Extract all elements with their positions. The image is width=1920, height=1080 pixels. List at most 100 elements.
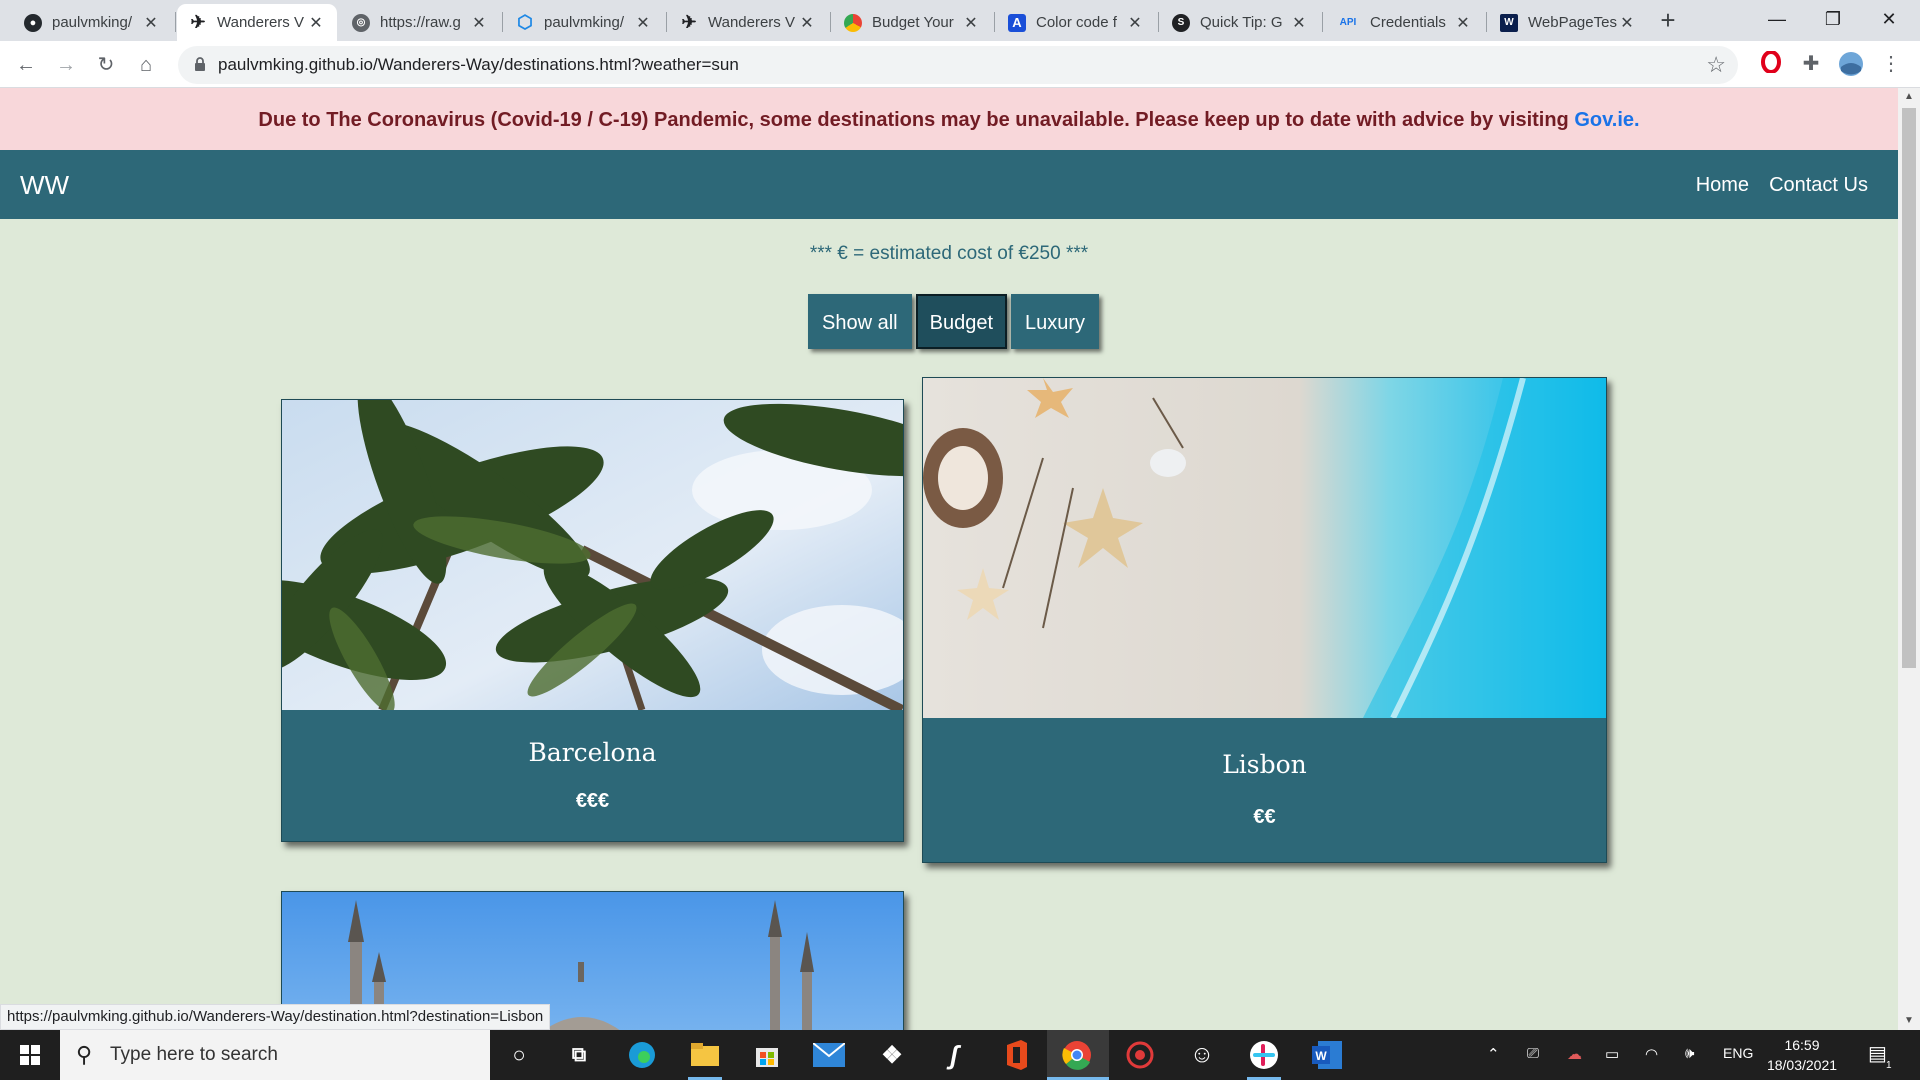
browser-tab[interactable]: Budget Your ✕ — [832, 4, 992, 41]
forward-icon[interactable]: → — [50, 49, 82, 81]
card-price: €€ — [1253, 806, 1276, 828]
browser-menu-icon[interactable]: ⋮ — [1878, 51, 1904, 77]
language-indicator[interactable]: ENG — [1723, 1045, 1753, 1061]
close-tab-icon[interactable]: ✕ — [798, 13, 816, 33]
tab-label: Wanderers V — [708, 14, 795, 31]
clock-date: 18/03/2021 — [1766, 1057, 1838, 1073]
destination-card-barcelona[interactable]: Barcelona €€€ — [281, 399, 904, 842]
card-image-palm-trees — [282, 400, 903, 710]
taskbar-search-box[interactable]: ⚲ Type here to search — [60, 1030, 490, 1080]
close-window-icon[interactable]: ✕ — [1866, 0, 1912, 40]
scrollbar-thumb[interactable] — [1902, 108, 1916, 668]
gov-ie-link[interactable]: Gov.ie. — [1574, 109, 1639, 131]
browser-tab[interactable]: S Quick Tip: G ✕ — [1160, 4, 1320, 41]
close-tab-icon[interactable]: ✕ — [634, 13, 652, 33]
onedrive-icon[interactable]: ☁ — [1567, 1045, 1582, 1063]
mail-icon[interactable] — [812, 1038, 846, 1072]
taskbar-clock[interactable]: 16:59 18/03/2021 — [1762, 1035, 1842, 1075]
globe-icon: ◎ — [352, 13, 370, 32]
scroll-up-icon[interactable]: ▲ — [1898, 88, 1920, 106]
nav-link-contact[interactable]: Contact Us — [1769, 174, 1868, 197]
browser-tab[interactable]: W WebPageTes ✕ — [1488, 4, 1648, 41]
store-icon[interactable] — [750, 1038, 784, 1072]
close-tab-icon[interactable]: ✕ — [962, 13, 980, 33]
close-tab-icon[interactable]: ✕ — [1126, 13, 1144, 33]
chrome-icon[interactable] — [1060, 1038, 1094, 1072]
address-bar[interactable]: paulvmking.github.io/Wanderers-Way/desti… — [178, 46, 1738, 84]
new-tab-button[interactable]: + — [1652, 6, 1684, 36]
card-image-beach-starfish — [923, 378, 1606, 718]
tab-separator — [1158, 12, 1159, 32]
filter-budget-button[interactable]: Budget — [915, 294, 1007, 349]
edge-icon[interactable] — [625, 1038, 659, 1072]
card-title: Barcelona — [528, 738, 657, 767]
clock-time: 16:59 — [1784, 1037, 1820, 1053]
restore-icon[interactable]: ❐ — [1810, 0, 1856, 40]
close-tab-icon[interactable]: ✕ — [307, 13, 325, 33]
sublime-like-icon[interactable]: ʃ — [937, 1038, 971, 1072]
tab-label: https://raw.g — [380, 14, 461, 31]
destination-card-lisbon[interactable]: Lisbon €€ — [922, 377, 1607, 863]
cortana-icon[interactable]: ○ — [502, 1038, 536, 1072]
close-tab-icon[interactable]: ✕ — [1290, 13, 1308, 33]
battery-icon[interactable]: ▭ — [1605, 1045, 1619, 1063]
reload-icon[interactable]: ↻ — [90, 49, 122, 81]
wifi-icon[interactable]: ◠ — [1645, 1045, 1658, 1063]
nav-link-home[interactable]: Home — [1696, 174, 1749, 197]
tray-chevron-icon[interactable]: ⌃ — [1487, 1045, 1500, 1063]
profile-avatar[interactable] — [1838, 51, 1864, 77]
notification-count: 1 — [1886, 1060, 1892, 1071]
browser-tab-active[interactable]: ✈ Wanderers V ✕ — [177, 4, 337, 41]
filter-show-all-button[interactable]: Show all — [808, 294, 912, 349]
tab-label: Quick Tip: G — [1200, 14, 1283, 31]
close-tab-icon[interactable]: ✕ — [1618, 13, 1636, 33]
filter-luxury-button[interactable]: Luxury — [1011, 294, 1100, 349]
notifications-icon[interactable]: ▤ — [1868, 1041, 1887, 1066]
meet-now-icon[interactable]: ⎚ — [1527, 1045, 1539, 1062]
browser-tab[interactable]: ⬡ paulvmking/ ✕ — [504, 4, 664, 41]
tab-separator — [1322, 12, 1323, 32]
brand-logo[interactable]: WW — [20, 170, 69, 201]
card-price: €€€ — [575, 790, 610, 812]
quicktip-icon: S — [1172, 13, 1190, 32]
tab-label: Color code f — [1036, 14, 1117, 31]
word-icon[interactable]: W — [1310, 1038, 1344, 1072]
close-tab-icon[interactable]: ✕ — [1454, 13, 1472, 33]
office-icon[interactable] — [1000, 1038, 1034, 1072]
browser-toolbar: ← → ↻ ⌂ paulvmking.github.io/Wanderers-W… — [0, 41, 1920, 88]
volume-icon[interactable]: 🕪 — [1685, 1045, 1694, 1062]
bookmark-star-icon[interactable]: ☆ — [1706, 52, 1726, 78]
back-icon[interactable]: ← — [10, 49, 42, 81]
tab-separator — [1486, 12, 1487, 32]
extensions-puzzle-icon[interactable]: ✚ — [1798, 51, 1824, 77]
windows-start-icon[interactable] — [0, 1030, 60, 1080]
screen-recorder-icon[interactable] — [1123, 1038, 1157, 1072]
browser-tab[interactable]: A Color code f ✕ — [996, 4, 1156, 41]
close-tab-icon[interactable]: ✕ — [142, 13, 160, 33]
browser-tab[interactable]: ● paulvmking/ ✕ — [12, 4, 172, 41]
github-icon: ● — [24, 13, 42, 32]
browser-tab[interactable]: API Credentials ✕ — [1324, 4, 1484, 41]
dropbox-icon[interactable]: ❖ — [875, 1038, 909, 1072]
tab-label: WebPageTes — [1528, 14, 1617, 31]
tab-label: paulvmking/ — [52, 14, 133, 31]
tab-label: Wanderers V — [217, 14, 304, 31]
emoji-app-icon[interactable]: ☺ — [1185, 1038, 1219, 1072]
close-tab-icon[interactable]: ✕ — [470, 13, 488, 33]
webpagetest-icon: W — [1500, 13, 1518, 32]
tab-label: Budget Your — [872, 14, 954, 31]
opera-extension-icon[interactable] — [1758, 50, 1784, 77]
file-explorer-icon[interactable] — [688, 1038, 722, 1072]
svg-text:W: W — [1315, 1049, 1327, 1063]
browser-tab[interactable]: ◎ https://raw.g ✕ — [340, 4, 500, 41]
minimize-icon[interactable]: — — [1754, 0, 1800, 40]
slack-icon[interactable] — [1247, 1038, 1281, 1072]
search-placeholder: Type here to search — [110, 1044, 278, 1065]
browser-tab-strip: ● paulvmking/ ✕ ✈ Wanderers V ✕ ◎ https:… — [0, 0, 1920, 41]
scroll-down-icon[interactable]: ▼ — [1898, 1012, 1920, 1030]
browser-tab[interactable]: ✈ Wanderers V ✕ — [668, 4, 828, 41]
page-scrollbar[interactable]: ▲ ▼ — [1898, 88, 1920, 1030]
task-view-icon[interactable]: ⧉ — [562, 1038, 596, 1072]
home-icon[interactable]: ⌂ — [130, 49, 162, 81]
tab-separator — [830, 12, 831, 32]
